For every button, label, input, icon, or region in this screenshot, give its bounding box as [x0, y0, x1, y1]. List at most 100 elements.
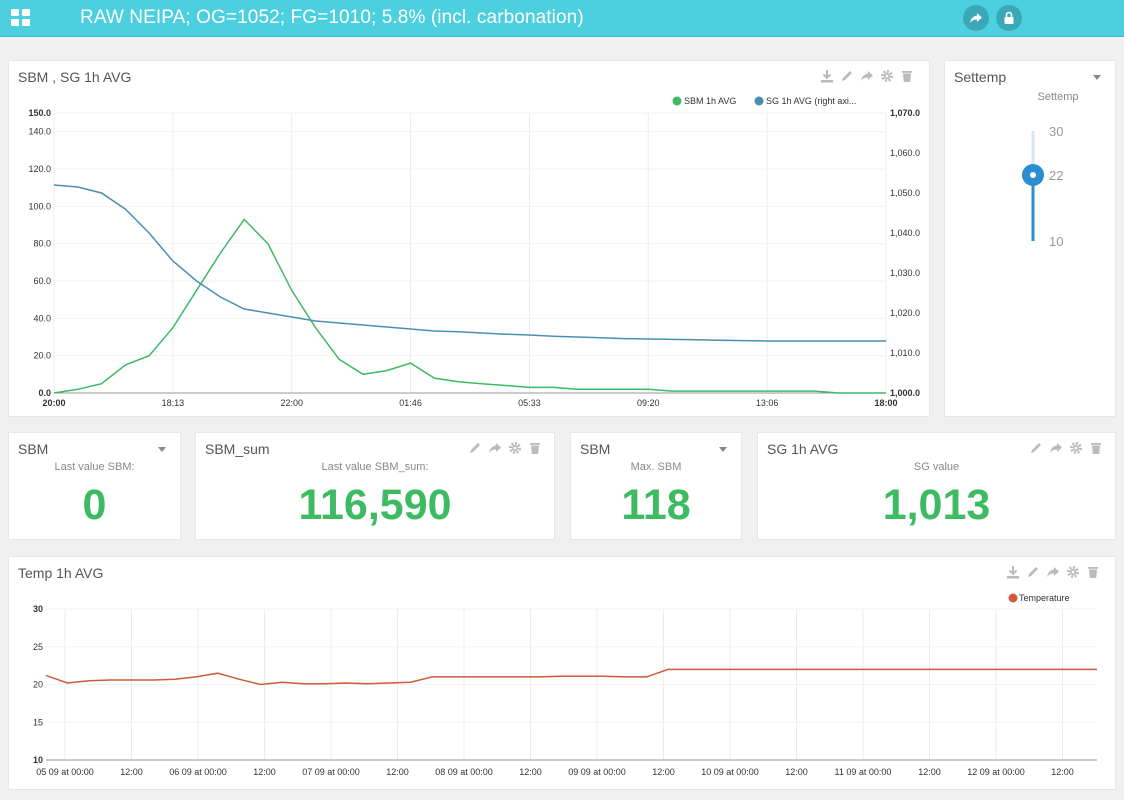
y-left-tick-label: 140.0: [28, 127, 51, 137]
x-tick-label: 05 09 at 00:00: [36, 767, 94, 777]
dashboard-title: RAW NEIPA; OG=1052; FG=1010; 5.8% (incl.…: [80, 7, 584, 28]
edit-icon[interactable]: [468, 441, 482, 455]
y-left-tick-label: 60.0: [33, 276, 51, 286]
panel-title: SBM_sum: [205, 441, 270, 457]
y-left-tick-label: 150.0: [28, 108, 51, 118]
x-tick-label: 12:00: [785, 767, 808, 777]
stat-value: 118: [621, 481, 691, 529]
slider-tick-label: 10: [1049, 234, 1063, 249]
lock-icon: [1004, 11, 1014, 24]
sbm-sum-panel: SBM_sum Last value SBM_sum: 116,590: [195, 432, 555, 540]
x-tick-label: 11 09 at 00:00: [835, 767, 892, 777]
stat-value: 0: [82, 481, 107, 529]
chevron-down-icon[interactable]: [158, 447, 166, 452]
chevron-down-icon[interactable]: [1093, 75, 1101, 80]
y-left-tick-label: 120.0: [28, 164, 51, 174]
x-tick-label: 20:00: [42, 398, 65, 408]
x-tick-label: 06 09 at 00:00: [169, 767, 227, 777]
settemp-label: Settemp: [1037, 91, 1079, 103]
y-right-tick-label: 1,010.0: [890, 348, 920, 358]
sbm-max-panel: SBM Max. SBM 118: [570, 432, 742, 540]
y-right-tick-label: 1,070.0: [890, 108, 920, 118]
slider-handle-dot: [1030, 172, 1036, 178]
x-tick-label: 01:46: [399, 398, 422, 408]
sbm-sg-line-chart: 20:00 18:13 22:00 01:46 05:33 09:20 13:06 18:00…: [28, 96, 920, 408]
panel-title: SBM: [18, 441, 49, 457]
share-button[interactable]: [963, 5, 989, 31]
lock-button[interactable]: [996, 5, 1022, 31]
sbm-sg-chart-panel: SBM , SG 1h AVG 20:00 18:13 22:00 01:46 05:3…: [8, 60, 930, 417]
x-tick-label: 18:00: [874, 398, 897, 408]
y-left-tick-label: 0.0: [38, 388, 51, 398]
slider-tick-label: 30: [1049, 124, 1063, 139]
legend-marker: [672, 96, 682, 106]
x-tick-label: 22:00: [280, 398, 303, 408]
panel-title: SG 1h AVG: [767, 441, 839, 457]
legend-label: SBM 1h AVG: [684, 96, 736, 106]
x-tick-label: 12:00: [253, 767, 276, 777]
y-left-tick-label: 80.0: [33, 239, 51, 249]
y-tick-label: 20: [33, 680, 43, 690]
series-line-temperature: [45, 668, 1097, 686]
x-tick-label: 08 09 at 00:00: [435, 767, 493, 777]
x-tick-label: 12:00: [120, 767, 143, 777]
share-icon: [970, 13, 982, 24]
chevron-down-icon[interactable]: [719, 447, 727, 452]
legend-label: Temperature: [1019, 593, 1070, 603]
y-tick-label: 25: [33, 642, 43, 652]
x-tick-label: 10 09 at 00:00: [701, 767, 759, 777]
y-right-tick-label: 1,040.0: [890, 228, 920, 238]
x-tick-label: 12:00: [519, 767, 542, 777]
x-tick-label: 05:33: [518, 398, 541, 408]
x-tick-label: 12:00: [1051, 767, 1074, 777]
legend-marker: [754, 96, 764, 106]
y-right-tick-label: 1,000.0: [890, 388, 920, 398]
panel-toolbar: [1029, 441, 1103, 455]
trash-icon[interactable]: [1089, 441, 1103, 455]
top-bar: RAW NEIPA; OG=1052; FG=1010; 5.8% (incl.…: [0, 0, 1124, 37]
y-right-tick-label: 1,050.0: [890, 188, 920, 198]
temperature-line-chart: 05 09 at 00:00 12:00 06 09 at 00:00 12:00 07…: [33, 593, 1097, 777]
slider-tick-label: 22: [1049, 168, 1063, 183]
panel-title: SBM: [580, 441, 611, 457]
stat-label: Last value SBM:: [54, 461, 135, 473]
stat-label: Last value SBM_sum:: [321, 461, 429, 473]
x-tick-label: 18:13: [162, 398, 185, 408]
legend-marker: [1008, 593, 1018, 603]
panel-title: Settemp: [954, 69, 1007, 85]
x-tick-label: 13:06: [756, 398, 779, 408]
y-right-tick-label: 1,020.0: [890, 308, 920, 318]
gear-icon[interactable]: [1069, 441, 1083, 455]
share-icon[interactable]: [1049, 441, 1063, 455]
menu-grid-icon[interactable]: [11, 9, 30, 26]
edit-icon[interactable]: [1029, 441, 1043, 455]
y-right-tick-label: 1,030.0: [890, 268, 920, 278]
y-left-tick-label: 20.0: [33, 351, 51, 361]
settemp-slider[interactable]: 30 22 10: [1005, 119, 1124, 259]
x-tick-label: 09 09 at 00:00: [568, 767, 626, 777]
x-tick-label: 12:00: [652, 767, 675, 777]
x-tick-label: 09:20: [637, 398, 660, 408]
y-right-tick-label: 1,060.0: [890, 148, 920, 158]
x-tick-label: 07 09 at 00:00: [302, 767, 360, 777]
x-tick-label: 12:00: [918, 767, 941, 777]
legend-label: SG 1h AVG (right axi...: [766, 96, 856, 106]
trash-icon[interactable]: [528, 441, 542, 455]
gear-icon[interactable]: [508, 441, 522, 455]
stat-value: 116,590: [298, 481, 452, 529]
x-tick-label: 12 09 at 00:00: [967, 767, 1025, 777]
stat-value: 1,013: [882, 481, 991, 529]
y-tick-label: 15: [33, 717, 43, 727]
panel-toolbar: [468, 441, 542, 455]
sbm-last-panel: SBM Last value SBM: 0: [8, 432, 181, 540]
y-left-tick-label: 100.0: [28, 201, 51, 211]
share-icon[interactable]: [488, 441, 502, 455]
series-line-sbm: [53, 218, 886, 394]
y-tick-label: 10: [33, 755, 43, 765]
sg-value-panel: SG 1h AVG SG value 1,013: [757, 432, 1116, 540]
x-tick-label: 12:00: [386, 767, 409, 777]
settemp-panel: Settemp Settemp 30 22 10: [944, 60, 1116, 417]
stat-label: Max. SBM: [630, 461, 682, 473]
stat-label: SG value: [913, 461, 960, 473]
y-tick-label: 30: [33, 604, 43, 614]
